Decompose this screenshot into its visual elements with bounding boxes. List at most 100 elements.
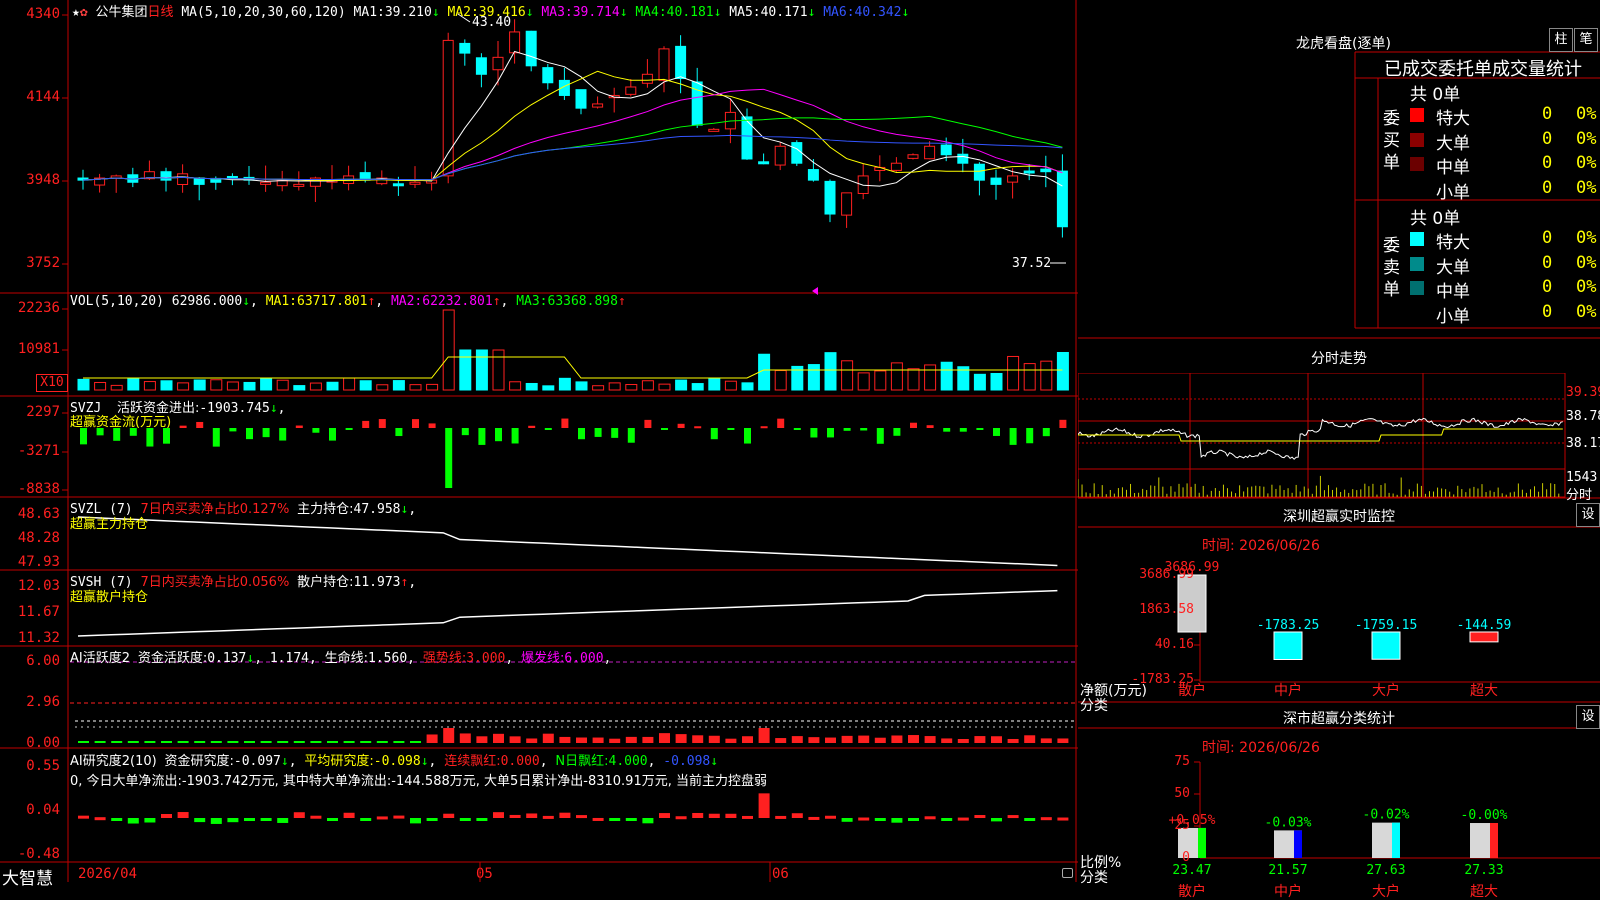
ss-value-label: 23.47 (1172, 863, 1211, 878)
volume-bar (675, 379, 688, 391)
ai-research-bar (343, 812, 355, 818)
candle-body (841, 192, 853, 216)
ai-research-tick: -0.48 (17, 846, 60, 862)
volume-bar (243, 381, 256, 391)
candle-body (575, 89, 587, 109)
volume-bar (575, 381, 588, 391)
ss-value-label: 27.33 (1464, 863, 1503, 878)
volume-bar (525, 382, 538, 391)
order-label: 中单 (1436, 158, 1470, 178)
ai-research-bar (858, 817, 870, 821)
order-count: 0 (1542, 277, 1553, 297)
svzj-bar (495, 428, 502, 442)
svsh-line (77, 589, 1058, 637)
svzj-bar (976, 428, 984, 430)
order-pct: 0% (1576, 177, 1597, 198)
ai-active-bar (327, 741, 338, 743)
sz-category-label: 中户 (1274, 682, 1302, 699)
ai-active-bar (177, 741, 189, 743)
intraday-chart[interactable] (1078, 373, 1600, 499)
sz-settings-button[interactable]: 设 (1576, 503, 1600, 527)
volume-bar (459, 349, 472, 391)
ai-active-bar (758, 728, 770, 743)
star-icon[interactable]: ★ (72, 5, 80, 20)
order-label: 小单 (1436, 182, 1470, 203)
ai-research-bar (659, 813, 670, 818)
order-count: 0 (1542, 104, 1553, 124)
candle-body (509, 31, 521, 54)
volume-bar (741, 382, 754, 391)
ai-research-bar (559, 812, 571, 818)
volume-bar (177, 382, 190, 391)
candle-body (774, 145, 786, 166)
ai-active-bar (708, 735, 720, 743)
ai-research-bar (244, 818, 255, 822)
volume-bar (426, 383, 439, 391)
candle-body (177, 173, 189, 185)
ai-active-bar (775, 738, 787, 743)
ai-research-bars (78, 793, 1069, 824)
candle-body (990, 177, 1002, 185)
candle-body (791, 142, 803, 164)
svzj-bar (412, 419, 419, 428)
ss-settings-button[interactable]: 设 (1576, 705, 1600, 729)
svzj-bar (445, 428, 453, 488)
ai-active-bar (493, 733, 504, 743)
ai-active-bar (791, 736, 803, 743)
intraday-tick: 38.17 (1566, 436, 1600, 451)
intraday-price-line (1078, 417, 1563, 460)
ai-active-bar (260, 741, 272, 743)
period-label[interactable]: 日线 (148, 5, 174, 20)
volume-bar (824, 352, 837, 391)
intraday-vol-tick: 1543 (1566, 470, 1598, 485)
order-label: 大单 (1436, 133, 1470, 154)
svsh-series (77, 589, 1058, 637)
sz-monitor-title: 深圳超赢实时监控 (1283, 509, 1395, 525)
volume-bar (1056, 351, 1069, 391)
buy-side-label: 委买单 (1383, 109, 1400, 173)
svzj-bar (362, 420, 370, 428)
ai-research-bar (808, 816, 820, 820)
ai-active-bar (1024, 735, 1036, 743)
svzj-bar (428, 423, 436, 428)
svzj-bar (594, 428, 602, 437)
ai-research-bar (327, 818, 338, 821)
ai-active-bar (742, 736, 753, 743)
intraday-unit: 分时 (1566, 488, 1593, 503)
buy-total: 共 0单 (1410, 85, 1461, 105)
volume-bar (874, 370, 887, 391)
candle-body (260, 181, 272, 185)
stock-name[interactable]: 公牛集团 (95, 5, 147, 20)
volume-bar (276, 379, 289, 391)
svzj-bar (661, 428, 668, 430)
order-label: 大单 (1436, 257, 1470, 278)
volume-bar (691, 383, 704, 391)
ai-research-bar (874, 818, 886, 821)
order-color-swatch (1410, 108, 1424, 122)
order-color-swatch (1410, 157, 1424, 171)
ma-value-label: MA6: (815, 5, 855, 20)
svzj-bar (843, 428, 851, 431)
ss-value-label: 27.63 (1366, 863, 1405, 878)
ai-research-bar (991, 818, 1002, 822)
ai-research-bar (576, 815, 587, 819)
sz-category-label: 大户 (1372, 682, 1400, 699)
order-label: 小单 (1436, 306, 1470, 327)
ai-research-bar (891, 818, 903, 823)
ai-active-bar (210, 741, 222, 743)
ma-value: 39.714 (572, 5, 620, 20)
candle-body (1040, 168, 1052, 173)
ai-research-bar (459, 818, 471, 821)
ai-active-bar (244, 741, 255, 743)
sz-value-label: -1759.15 (1355, 618, 1418, 633)
ai-research-bar (957, 817, 969, 821)
order-count: 0 (1542, 301, 1553, 322)
bar-mode-button[interactable]: 柱 (1549, 28, 1573, 52)
tick-mode-button[interactable]: 笔 (1574, 28, 1598, 52)
svzj-bar (710, 428, 718, 440)
svzj-bar (860, 428, 868, 431)
ai-research-bar (1024, 818, 1036, 821)
candle-body (1007, 175, 1019, 183)
ai-research-bar (410, 818, 421, 824)
ai-research-bar (127, 818, 139, 824)
